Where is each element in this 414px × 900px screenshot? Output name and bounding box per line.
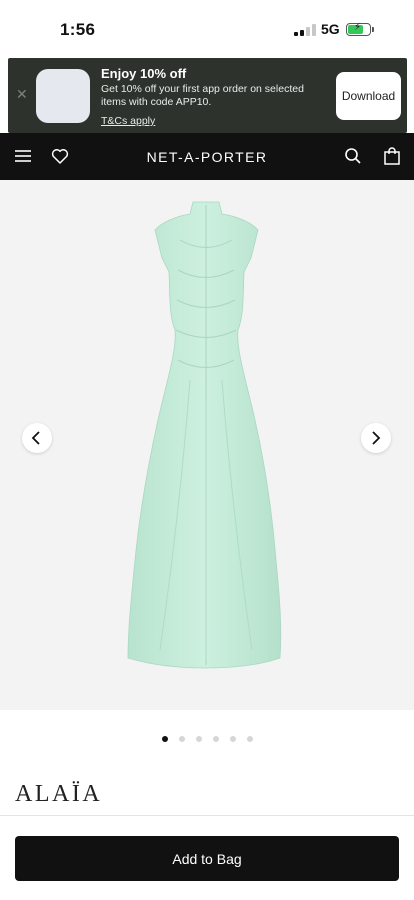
close-icon[interactable]: ✕: [16, 86, 28, 103]
charging-bolt-icon: ⚡: [354, 22, 362, 33]
next-image-button[interactable]: [361, 423, 391, 453]
battery-icon: ⚡: [346, 22, 371, 36]
carousel-dot[interactable]: [178, 736, 185, 742]
network-type: 5G: [321, 21, 340, 37]
nav-bar: NET-A-PORTER: [0, 133, 414, 180]
divider: [0, 815, 414, 816]
search-icon[interactable]: [342, 145, 364, 167]
add-to-bag-button[interactable]: Add to Bag: [15, 836, 399, 881]
chevron-left-icon: [31, 431, 40, 445]
app-download-banner: ✕ Enjoy 10% off Get 10% off your first a…: [8, 58, 407, 133]
shopping-bag-icon[interactable]: [381, 145, 403, 167]
battery-tip: [372, 27, 374, 32]
product-image[interactable]: [0, 180, 414, 710]
carousel-dot[interactable]: [246, 736, 253, 742]
chevron-right-icon: [372, 431, 381, 445]
carousel-dot[interactable]: [161, 736, 168, 742]
status-time: 1:56: [60, 20, 96, 39]
carousel-dot[interactable]: [212, 736, 219, 742]
battery-level: ⚡: [348, 22, 363, 34]
carousel-dot[interactable]: [195, 736, 202, 742]
carousel-dot[interactable]: [229, 736, 236, 742]
terms-link[interactable]: T&Cs apply: [101, 115, 155, 127]
previous-image-button[interactable]: [22, 423, 52, 453]
download-button[interactable]: Download: [336, 72, 401, 120]
status-bar: 1:56 5G ⚡: [0, 0, 414, 58]
dress-illustration: [127, 201, 282, 669]
banner-title: Enjoy 10% off: [101, 66, 187, 81]
designer-name[interactable]: ALAÏA: [15, 781, 102, 808]
banner-description: Get 10% off your first app order on sele…: [101, 83, 304, 108]
app-icon: [36, 69, 90, 123]
carousel-dots: [0, 736, 414, 744]
cellular-signal-icon: [294, 24, 316, 36]
